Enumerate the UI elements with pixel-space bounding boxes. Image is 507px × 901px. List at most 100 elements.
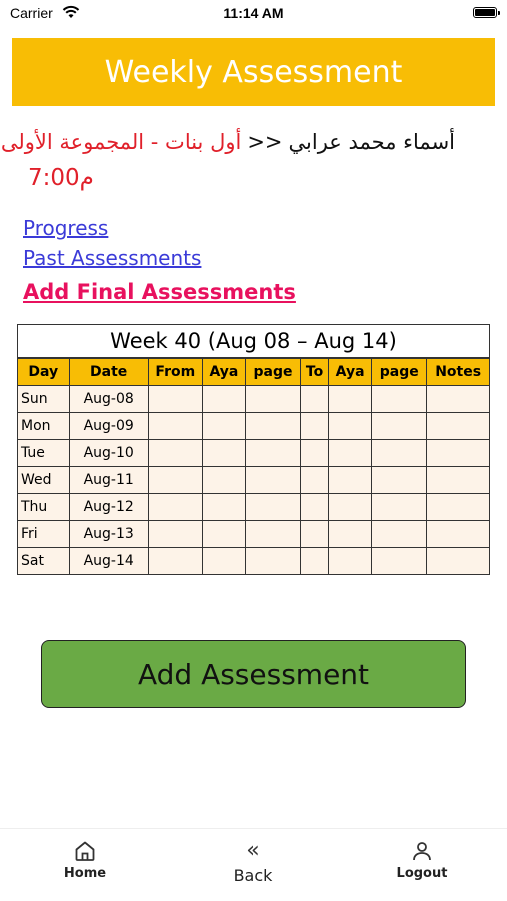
to-page-cell[interactable] (371, 412, 428, 440)
notes-cell[interactable] (426, 547, 489, 574)
to-aya-cell[interactable] (328, 439, 373, 467)
add-assessment-button[interactable]: Add Assessment (41, 640, 466, 708)
notes-cell[interactable] (426, 412, 489, 440)
column-header-to-aya: Aya (328, 358, 373, 386)
notes-cell[interactable] (426, 385, 489, 413)
to-page-cell[interactable] (371, 466, 428, 494)
day-cell: Wed (18, 466, 70, 494)
notes-cell[interactable] (426, 466, 489, 494)
table-row: Mon Aug-09 (18, 412, 489, 440)
column-header-from-aya: Aya (201, 358, 246, 386)
to-aya-cell[interactable] (328, 466, 373, 494)
from-aya-cell[interactable] (201, 466, 246, 494)
breadcrumb-separator: << (247, 130, 283, 154)
from-cell[interactable] (147, 547, 203, 574)
from-aya-cell[interactable] (201, 385, 246, 413)
to-page-cell[interactable] (371, 547, 428, 574)
table-row: Sun Aug-08 (18, 385, 489, 413)
table-header-row: Day Date From Aya page To Aya page Notes (18, 358, 489, 386)
past-assessments-link[interactable]: Past Assessments (23, 246, 201, 270)
nav-back-label: Back (233, 866, 273, 885)
user-icon (413, 842, 431, 861)
column-header-day: Day (18, 358, 70, 386)
from-aya-cell[interactable] (201, 547, 246, 574)
notes-cell[interactable] (426, 439, 489, 467)
to-page-cell[interactable] (371, 493, 428, 521)
progress-link[interactable]: Progress (23, 216, 108, 240)
from-cell[interactable] (147, 466, 203, 494)
to-cell[interactable] (300, 412, 330, 440)
to-cell[interactable] (300, 385, 330, 413)
to-cell[interactable] (300, 466, 330, 494)
column-header-date: Date (68, 358, 149, 386)
student-info: أسماء محمد عرابي<<أول بنات - المجموعة ال… (1, 130, 455, 154)
add-final-assessments-link[interactable]: Add Final Assessments (23, 280, 296, 304)
column-header-from-page: page (244, 358, 302, 386)
nav-home-label: Home (63, 866, 107, 881)
to-cell[interactable] (300, 520, 330, 548)
from-page-cell[interactable] (244, 493, 302, 521)
to-cell[interactable] (300, 547, 330, 574)
nav-logout-label: Logout (396, 866, 448, 881)
group-name: أول بنات - المجموعة الأولى (0, 130, 242, 154)
weekly-table: Week 40 (Aug 08 – Aug 14) Day Date From … (17, 324, 490, 575)
table-row: Wed Aug-11 (18, 466, 489, 494)
from-aya-cell[interactable] (201, 439, 246, 467)
day-cell: Sun (18, 385, 70, 413)
to-cell[interactable] (300, 493, 330, 521)
to-aya-cell[interactable] (328, 520, 373, 548)
column-header-to-page: page (371, 358, 428, 386)
from-cell[interactable] (147, 412, 203, 440)
from-cell[interactable] (147, 439, 203, 467)
from-aya-cell[interactable] (201, 412, 246, 440)
nav-logout[interactable]: Logout (372, 839, 472, 881)
from-page-cell[interactable] (244, 520, 302, 548)
date-cell: Aug-11 (68, 466, 149, 494)
date-cell: Aug-09 (68, 412, 149, 440)
from-page-cell[interactable] (244, 385, 302, 413)
nav-home[interactable]: Home (35, 839, 135, 881)
date-cell: Aug-10 (68, 439, 149, 467)
assessment-grid: Day Date From Aya page To Aya page Notes… (18, 358, 489, 574)
from-page-cell[interactable] (244, 547, 302, 574)
status-time: 11:14 AM (223, 5, 284, 21)
to-aya-cell[interactable] (328, 547, 373, 574)
day-cell: Sat (18, 547, 70, 574)
table-row: Thu Aug-12 (18, 493, 489, 521)
from-cell[interactable] (147, 493, 203, 521)
to-aya-cell[interactable] (328, 385, 373, 413)
to-page-cell[interactable] (371, 439, 428, 467)
battery-icon (473, 7, 500, 18)
day-cell: Mon (18, 412, 70, 440)
nav-back[interactable]: « Back (203, 838, 303, 886)
table-row: Fri Aug-13 (18, 520, 489, 548)
student-name: أسماء محمد عرابي (288, 130, 455, 154)
to-aya-cell[interactable] (328, 493, 373, 521)
column-header-to: To (300, 358, 330, 386)
from-aya-cell[interactable] (201, 493, 246, 521)
from-page-cell[interactable] (244, 439, 302, 467)
from-aya-cell[interactable] (201, 520, 246, 548)
day-cell: Tue (18, 439, 70, 467)
to-page-cell[interactable] (371, 385, 428, 413)
from-page-cell[interactable] (244, 412, 302, 440)
from-cell[interactable] (147, 520, 203, 548)
home-icon (75, 841, 95, 861)
notes-cell[interactable] (426, 520, 489, 548)
to-cell[interactable] (300, 439, 330, 467)
column-header-notes: Notes (426, 358, 489, 386)
double-chevron-left-icon: « (246, 838, 260, 863)
to-aya-cell[interactable] (328, 412, 373, 440)
date-cell: Aug-13 (68, 520, 149, 548)
group-time: 7:00م (28, 165, 94, 191)
from-page-cell[interactable] (244, 466, 302, 494)
to-page-cell[interactable] (371, 520, 428, 548)
week-title: Week 40 (Aug 08 – Aug 14) (18, 325, 489, 358)
column-header-from: From (147, 358, 203, 386)
status-bar: Carrier 11:14 AM (0, 0, 507, 28)
from-cell[interactable] (147, 385, 203, 413)
notes-cell[interactable] (426, 493, 489, 521)
day-cell: Thu (18, 493, 70, 521)
table-row: Tue Aug-10 (18, 439, 489, 467)
date-cell: Aug-08 (68, 385, 149, 413)
